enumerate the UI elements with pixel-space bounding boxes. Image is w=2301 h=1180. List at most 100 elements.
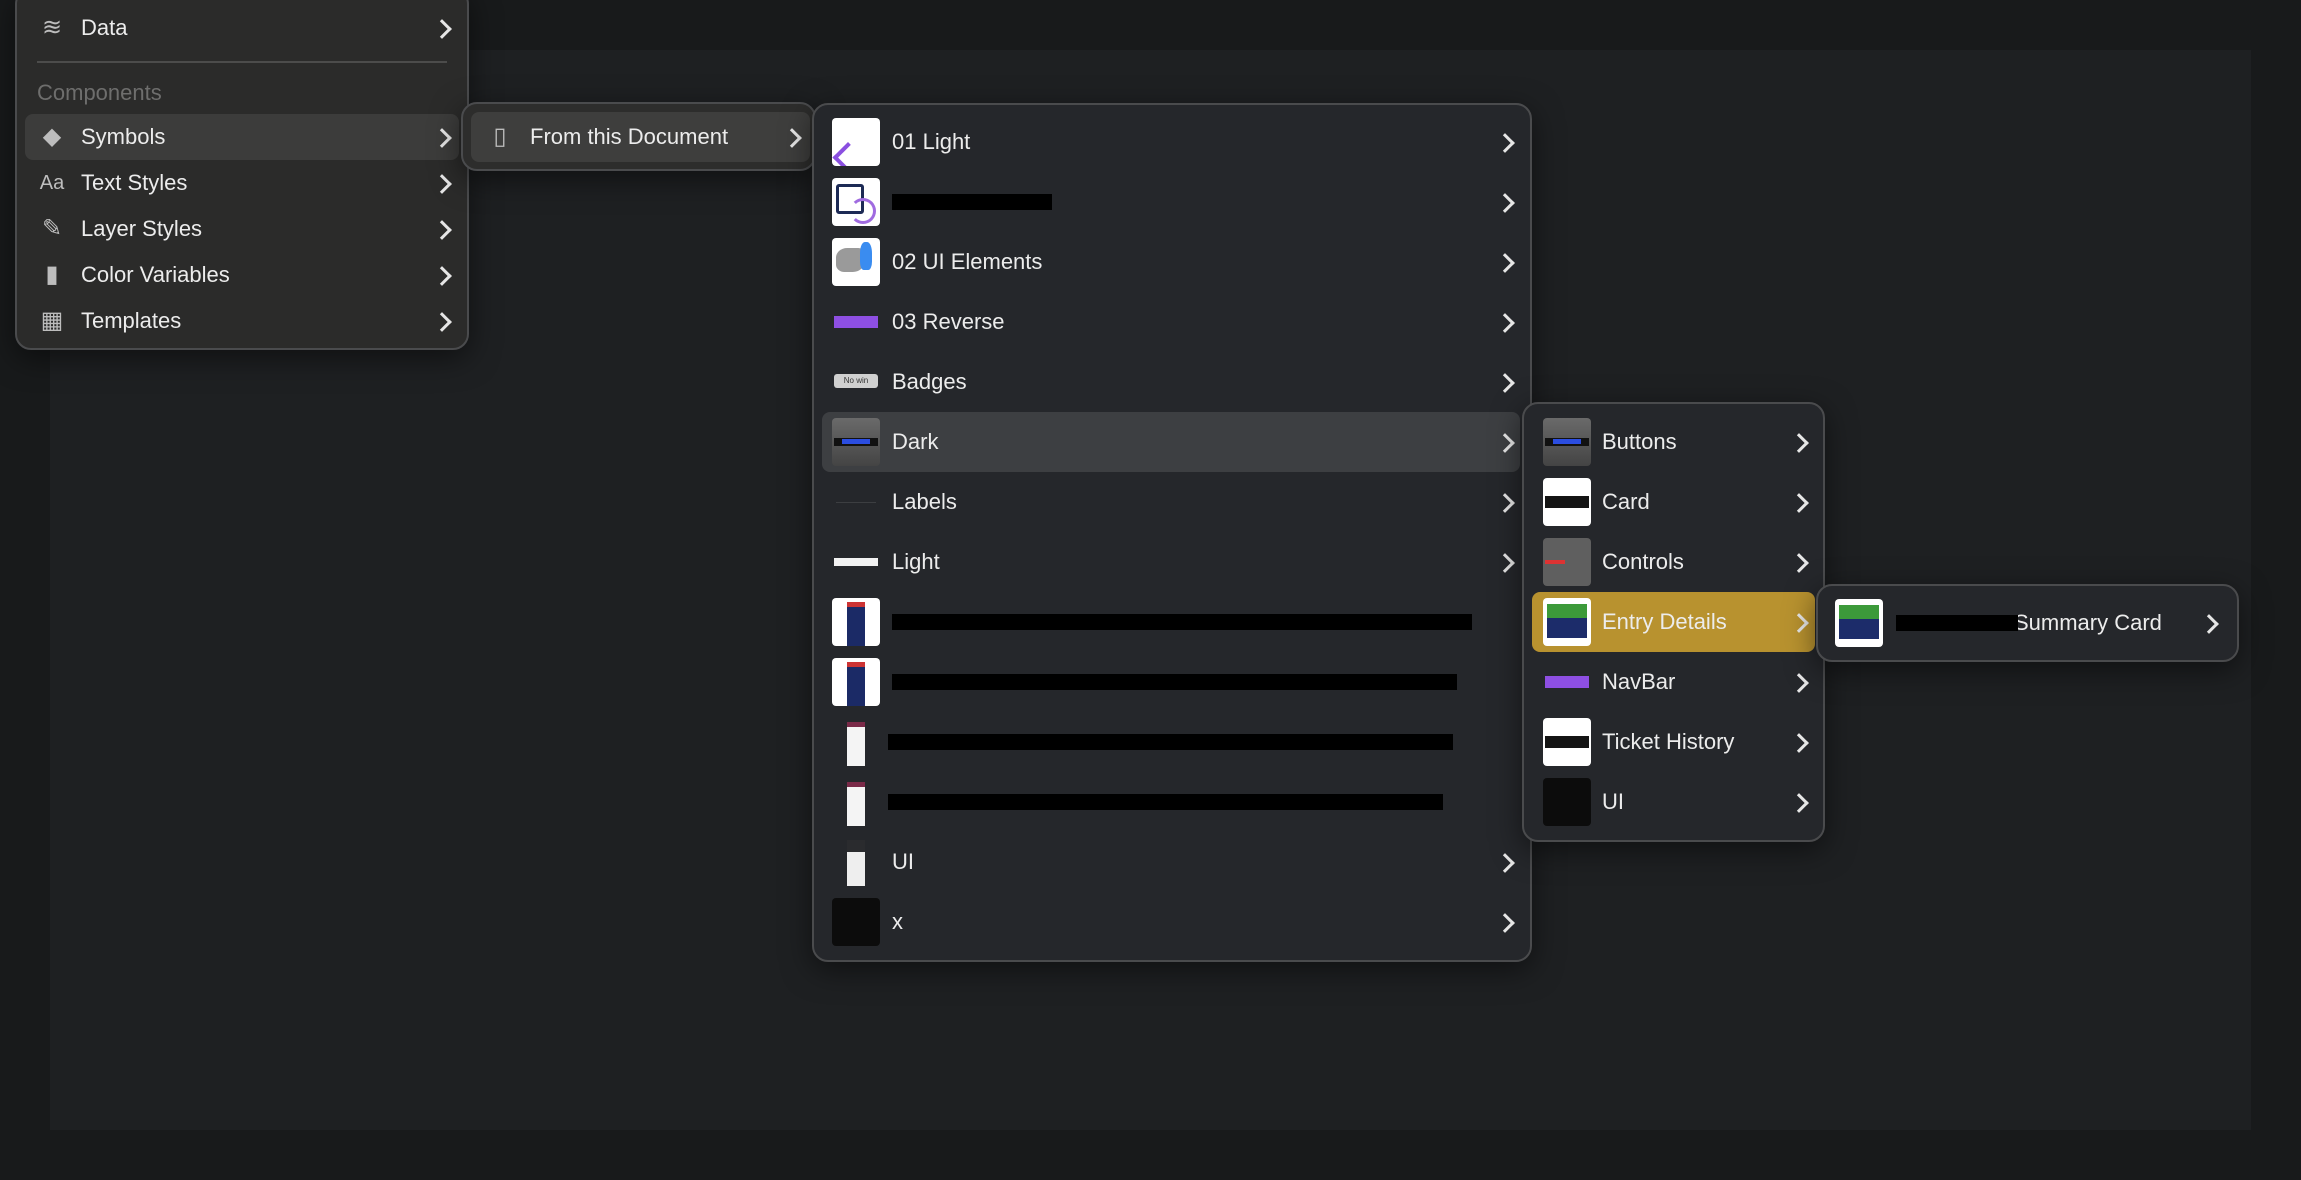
dark-item-navbar[interactable]: NavBar bbox=[1524, 652, 1823, 712]
page-item-03-reverse[interactable]: 03 Reverse bbox=[814, 292, 1530, 352]
page-item-labels[interactable]: Labels bbox=[814, 472, 1530, 532]
purple-bar-thumbnail bbox=[1543, 658, 1591, 706]
dark-item-ticket-history[interactable]: Ticket History bbox=[1524, 712, 1823, 772]
symbol-diamond-icon: ◆ bbox=[42, 123, 62, 150]
entry-card-thumbnail bbox=[1835, 599, 1883, 647]
page-item-light[interactable]: Light bbox=[814, 532, 1530, 592]
menu-item-label: 03 Reverse bbox=[892, 309, 1005, 334]
menu-item-label: Summary Card bbox=[2014, 610, 2162, 635]
menu-item-label: Light bbox=[892, 549, 940, 574]
dark-item-ui[interactable]: UI bbox=[1524, 772, 1823, 832]
chevron-right-icon bbox=[1495, 853, 1515, 873]
controls-thumbnail bbox=[1543, 538, 1591, 586]
color-swatch-icon: ▮ bbox=[45, 261, 59, 288]
menu-item-label: Card bbox=[1602, 489, 1650, 514]
menu-item-label: Badges bbox=[892, 369, 967, 394]
menu-item-label: Data bbox=[81, 15, 128, 40]
page-item-badges[interactable]: No win Badges bbox=[814, 352, 1530, 412]
brush-icon: ✎ bbox=[41, 215, 63, 242]
menu-item-label: From this Document bbox=[530, 124, 729, 149]
page-item-x[interactable]: x bbox=[814, 892, 1530, 952]
menu-item-label: Buttons bbox=[1602, 429, 1677, 454]
chevron-right-icon bbox=[1789, 553, 1809, 573]
chevron-right-icon bbox=[1495, 373, 1515, 393]
document-pages-menu: 01 Light 02 UI Elements 03 Reverse No win Ba… bbox=[812, 103, 1532, 962]
redaction-bar bbox=[892, 614, 1472, 630]
menu-item-label: 01 Light bbox=[892, 129, 971, 154]
page-item-dark[interactable]: Dark bbox=[814, 412, 1530, 472]
chevron-right-icon bbox=[1495, 133, 1515, 153]
chevron-right-icon bbox=[432, 220, 452, 240]
menu-item-label: NavBar bbox=[1602, 669, 1676, 694]
faint-line-thumbnail bbox=[832, 478, 880, 526]
menu-item-label: Text Styles bbox=[81, 170, 188, 195]
page-item-02-ui-elements[interactable]: 02 UI Elements bbox=[814, 232, 1530, 292]
chevron-right-icon bbox=[1789, 493, 1809, 513]
page-item-redacted-11[interactable] bbox=[814, 772, 1530, 832]
chevron-right-icon bbox=[1495, 493, 1515, 513]
black-thumbnail bbox=[1543, 778, 1591, 826]
page-item-redacted-8[interactable] bbox=[814, 592, 1530, 652]
page-item-redacted-1[interactable] bbox=[814, 172, 1530, 232]
menu-item-label: Controls bbox=[1602, 549, 1684, 574]
redaction-bar bbox=[888, 794, 1443, 810]
entry-card-thumbnail bbox=[1543, 598, 1591, 646]
section-label-components: Components bbox=[37, 80, 162, 105]
menu-item-label: 02 UI Elements bbox=[892, 249, 1043, 274]
australia-map-thumbnail bbox=[832, 238, 880, 286]
back-chevron-thumbnail bbox=[832, 118, 880, 166]
dark-item-card[interactable]: Card bbox=[1524, 472, 1823, 532]
page-item-redacted-9[interactable] bbox=[814, 652, 1530, 712]
dark-item-entry-details[interactable]: Entry Details bbox=[1524, 592, 1823, 652]
menu-item-label: Symbols bbox=[81, 124, 166, 149]
redaction-bar bbox=[888, 734, 1453, 750]
menu-item-from-this-document[interactable]: ▯ From this Document bbox=[463, 107, 814, 167]
chevron-right-icon bbox=[2199, 614, 2219, 634]
chevron-right-icon bbox=[1789, 793, 1809, 813]
page-item-01-light[interactable]: 01 Light bbox=[814, 112, 1530, 172]
dark-item-controls[interactable]: Controls bbox=[1524, 532, 1823, 592]
menu-item-templates[interactable]: ▦ Templates bbox=[17, 291, 467, 351]
entry-item-summary-card[interactable]: Summary Card bbox=[1818, 593, 2237, 653]
menu-item-label: UI bbox=[1602, 789, 1624, 814]
chevron-right-icon bbox=[1495, 313, 1515, 333]
menu-item-label: Ticket History bbox=[1602, 729, 1735, 754]
redaction-bar bbox=[892, 674, 1457, 690]
page-item-ui[interactable]: UI bbox=[814, 832, 1530, 892]
insert-menu: Components ≋ Data ◆ Symbols Aa Text Styles ✎ La… bbox=[15, 0, 469, 350]
menu-item-label: x bbox=[892, 909, 903, 934]
phone-blue-thumbnail bbox=[832, 658, 880, 706]
chevron-right-icon bbox=[1789, 733, 1809, 753]
badge-thumbnail-text: No win bbox=[834, 374, 878, 388]
document-icon: ▯ bbox=[493, 123, 507, 150]
black-thumbnail bbox=[832, 898, 880, 946]
template-easel-icon: ▦ bbox=[40, 307, 64, 334]
badge-thumbnail: No win bbox=[832, 358, 880, 406]
page-item-redacted-10[interactable] bbox=[814, 712, 1530, 772]
chevron-right-icon bbox=[1495, 913, 1515, 933]
redaction-bar bbox=[1896, 615, 2018, 631]
chevron-right-icon bbox=[1789, 433, 1809, 453]
chevron-right-icon bbox=[432, 266, 452, 286]
menu-item-data[interactable]: ≋ Data bbox=[17, 0, 467, 58]
menu-item-label: Color Variables bbox=[81, 262, 230, 287]
chevron-right-icon bbox=[1789, 673, 1809, 693]
menu-item-label: Entry Details bbox=[1602, 609, 1727, 634]
dark-button-thumbnail bbox=[832, 418, 880, 466]
dark-item-buttons[interactable]: Buttons bbox=[1524, 412, 1823, 472]
text-style-icon: Aa bbox=[39, 172, 65, 194]
phone-maroon-thumbnail bbox=[832, 778, 880, 826]
phone-blue-thumbnail bbox=[832, 598, 880, 646]
layers-icon: ≋ bbox=[41, 14, 63, 41]
menu-item-label: Labels bbox=[892, 489, 957, 514]
menu-separator bbox=[37, 61, 447, 63]
phone-maroon-thumbnail bbox=[832, 718, 880, 766]
menu-item-label: Templates bbox=[81, 308, 182, 333]
purple-bar-thumbnail bbox=[832, 298, 880, 346]
entry-details-menu: Summary Card bbox=[1816, 584, 2239, 662]
symbols-source-menu: ▯ From this Document bbox=[461, 102, 816, 171]
menu-item-label: Layer Styles bbox=[81, 216, 203, 241]
chevron-right-icon bbox=[1495, 253, 1515, 273]
phone-ui-thumbnail bbox=[832, 838, 880, 886]
chevron-right-icon bbox=[1495, 193, 1515, 213]
